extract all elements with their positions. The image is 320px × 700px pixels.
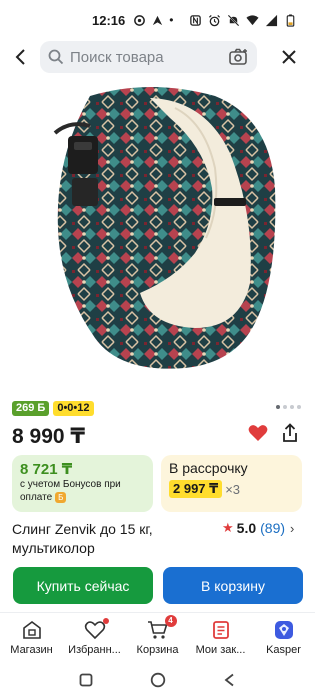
carousel-dot[interactable] <box>290 405 294 409</box>
tab-label: Корзина <box>136 644 179 656</box>
tab-shop[interactable]: Магазин <box>0 613 63 660</box>
reviews-count[interactable]: (89) <box>260 520 285 536</box>
status-bar: 12:16 • <box>0 0 315 40</box>
system-navigation-bar <box>0 660 315 700</box>
orders-icon <box>212 621 229 639</box>
installment-times: ×3 <box>225 481 241 497</box>
installment-title: В рассрочку <box>169 460 248 476</box>
carousel-dot[interactable] <box>297 405 301 409</box>
camera-search-icon[interactable] <box>229 48 249 66</box>
bottom-tab-bar: Магазин Избранн... 4 Корзина Мои зак... … <box>0 612 315 660</box>
tab-label: Kasper <box>266 644 301 656</box>
product-image[interactable] <box>0 78 315 378</box>
installment-amount: 2 997 ₸ <box>169 480 223 498</box>
promo-badges: 269 Б 0•0•12 <box>12 401 94 416</box>
recent-apps-button[interactable] <box>79 673 93 687</box>
carousel-dot[interactable] <box>283 405 287 409</box>
share-icon <box>283 423 297 442</box>
add-to-cart-button[interactable]: В корзину <box>163 567 303 604</box>
home-button[interactable] <box>150 672 166 688</box>
favorite-button[interactable] <box>248 424 268 447</box>
bonus-price: 8 721 ₸ <box>20 461 73 478</box>
installment-card[interactable]: В рассрочку 2 997 ₸ ×3 <box>161 455 302 512</box>
bonus-price-card[interactable]: 8 721 ₸ с учетом Бонусов при оплате Б <box>12 455 153 512</box>
tab-label: Магазин <box>10 644 53 656</box>
cart-count-badge: 4 <box>164 615 177 627</box>
tab-orders[interactable]: Мои зак... <box>189 613 252 660</box>
notification-dot <box>102 618 109 624</box>
baby-sling-image <box>53 87 276 369</box>
wifi-icon <box>246 14 259 25</box>
chevron-right-icon: › <box>290 520 295 536</box>
search-row: Поиск товара <box>0 40 315 74</box>
close-icon <box>282 50 296 64</box>
close-button[interactable] <box>269 40 309 74</box>
more-notifications-icon: • <box>169 13 174 27</box>
buy-now-button[interactable]: Купить сейчас <box>13 567 153 604</box>
product-price: 8 990 ₸ <box>12 425 85 448</box>
shop-icon <box>22 621 41 639</box>
back-nav-button[interactable] <box>223 673 237 687</box>
search-icon <box>48 49 64 65</box>
status-time: 12:16 <box>92 12 126 28</box>
tab-label: Избранн... <box>68 644 121 656</box>
image-carousel-dots[interactable] <box>276 405 301 409</box>
tab-favorites[interactable]: Избранн... <box>63 613 126 660</box>
tab-label: Мои зак... <box>195 644 246 656</box>
threads-icon <box>134 14 146 26</box>
kasper-assistant-icon <box>274 621 293 639</box>
search-placeholder: Поиск товара <box>70 48 164 66</box>
nfc-icon <box>190 14 201 26</box>
back-button[interactable] <box>0 40 40 74</box>
product-rating[interactable]: ★ 5.0 (89) › <box>222 520 294 536</box>
battery-icon <box>286 13 295 27</box>
tab-kasper[interactable]: Kasper <box>252 613 315 660</box>
cashback-badge: 269 Б <box>12 401 50 416</box>
heart-outline-icon <box>84 621 105 640</box>
heart-icon <box>248 425 268 441</box>
chevron-left-icon <box>15 49 25 65</box>
bonus-coin-icon: Б <box>55 491 67 503</box>
share-button[interactable] <box>280 423 300 448</box>
product-title: Слинг Zenvik до 15 кг, мультиколор <box>12 521 153 556</box>
signal-icon <box>265 14 278 26</box>
installment-badge: 0•0•12 <box>53 401 94 416</box>
star-icon: ★ <box>222 520 234 535</box>
bonus-note: с учетом Бонусов при оплате <box>20 479 121 503</box>
tab-cart[interactable]: 4 Корзина <box>126 613 189 660</box>
navigation-icon <box>153 15 163 25</box>
mute-icon <box>227 14 240 26</box>
alarm-icon <box>208 14 221 26</box>
search-input[interactable]: Поиск товара <box>40 41 257 73</box>
rating-value: 5.0 <box>236 520 257 536</box>
carousel-dot[interactable] <box>276 405 280 409</box>
